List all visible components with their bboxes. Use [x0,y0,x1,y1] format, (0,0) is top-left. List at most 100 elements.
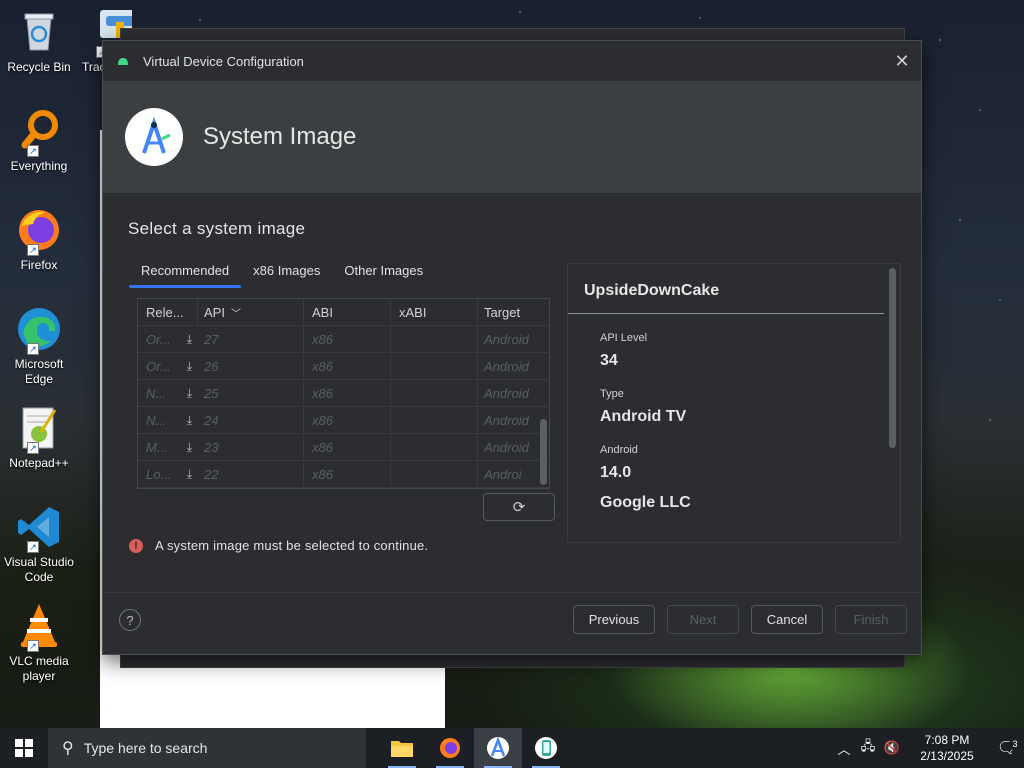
download-icon[interactable]: ⤓ [187,440,192,455]
details-type: Type Android TV [600,388,687,425]
table-row[interactable]: M... ⤓ 23 x86 Android [138,434,549,461]
help-button[interactable]: ? [119,609,141,631]
chevron-down-icon: ﹀ [230,308,241,320]
taskbar-search[interactable]: ⚲ Type here to search [48,728,366,768]
refresh-button[interactable]: ⟳ [483,493,555,521]
download-icon[interactable]: ⤓ [187,359,192,374]
error-icon: ! [129,538,143,553]
desktop-icon-label: Firefox [20,258,58,272]
shortcut-arrow-icon: ↗ [27,145,39,157]
notification-center-button[interactable]: 🗨 3 [990,738,1024,758]
column-api[interactable]: API ﹀ [198,299,304,325]
desktop-icon-label: Recycle Bin [7,60,71,74]
refresh-icon: ⟳ [512,499,526,516]
desktop-icon-label: Microsoft Edge [14,357,64,386]
desktop-icon-notepadpp[interactable]: ↗ Notepad++ [2,404,76,471]
taskbar-emulator[interactable] [522,728,570,768]
finish-button[interactable]: Finish [835,605,907,634]
shortcut-arrow-icon: ↗ [27,244,39,256]
volume-muted-icon[interactable]: 🔇 [880,740,904,756]
android-studio-logo [125,108,183,166]
firefox-icon: ↗ [15,206,63,256]
desktop-icon-vlc[interactable]: ↗ VLC media player [2,602,76,684]
header-title: System Image [203,123,357,150]
desktop-icon-firefox[interactable]: ↗ Firefox [2,206,76,273]
tab-bar: Recommended x86 Images Other Images [129,253,435,288]
previous-button[interactable]: Previous [573,605,655,634]
close-icon[interactable]: ✕ [887,46,917,76]
notification-count: 3 [1009,738,1021,750]
system-tray: ︿ 🖧 🔇 7:08 PM 2/13/2025 🗨 3 [832,728,1024,768]
shortcut-arrow-icon: ↗ [27,343,39,355]
table-scrollbar[interactable] [540,419,547,485]
column-abi[interactable]: ABI [304,299,391,325]
table-header: Rele... API ﹀ ABI xABI Target [138,299,549,326]
download-icon[interactable]: ⤓ [187,332,192,347]
folder-icon [391,741,413,757]
desktop-icon-recycle-bin[interactable]: Recycle Bin [2,8,76,75]
table-row[interactable]: Or... ⤓ 27 x86 Android [138,326,549,353]
taskbar-file-explorer[interactable] [378,728,426,768]
vlc-icon: ↗ [15,602,63,652]
dialog-header: System Image [103,81,921,193]
download-icon[interactable]: ⤓ [187,413,192,428]
android-icon [118,58,128,65]
clock-date: 2/13/2025 [920,749,974,763]
virtual-device-configuration-dialog: Virtual Device Configuration ✕ System Im… [102,40,922,655]
shortcut-arrow-icon: ↗ [27,442,39,454]
chevron-up-icon[interactable]: ︿ [832,739,856,758]
system-image-table: Rele... API ﹀ ABI xABI Target Or... ⤓ 27 x… [137,298,550,489]
download-icon[interactable]: ⤓ [187,467,192,482]
desktop-icon-label: Everything [10,159,68,173]
start-button[interactable] [0,728,48,768]
table-row[interactable]: N... ⤓ 25 x86 Android [138,380,549,407]
desktop-icon-label: VLC media player [9,654,69,683]
system-image-details-panel: UpsideDownCake API Level 34 Type Android… [567,263,901,543]
search-placeholder: Type here to search [83,740,208,756]
desktop-icon-label: Visual Studio Code [4,555,74,584]
details-vendor: Google LLC [600,494,691,511]
dialog-title: Virtual Device Configuration [143,53,304,69]
download-icon[interactable]: ⤓ [187,386,192,401]
column-xabi[interactable]: xABI [391,299,478,325]
network-icon[interactable]: 🖧 [856,737,880,759]
clock[interactable]: 7:08 PM 2/13/2025 [912,732,982,764]
notepadpp-icon: ↗ [15,404,63,454]
desktop-icon-edge[interactable]: ↗ Microsoft Edge [2,305,76,387]
tab-other-images[interactable]: Other Images [332,253,435,288]
shortcut-arrow-icon: ↗ [27,541,39,553]
tab-x86-images[interactable]: x86 Images [241,253,332,288]
details-scrollbar[interactable] [889,268,896,448]
table-row[interactable]: Or... ⤓ 26 x86 Android [138,353,549,380]
taskbar: ⚲ Type here to search ︿ 🖧 🔇 7:08 PM 2/13… [0,728,1024,768]
table-row[interactable]: N... ⤓ 24 x86 Android [138,407,549,434]
firefox-icon [440,738,460,758]
desktop-icon-vscode[interactable]: ↗ Visual Studio Code [2,503,76,585]
search-icon: ⚲ [62,740,74,757]
android-studio-icon [487,736,509,759]
dialog-footer: ? Previous Next Cancel Finish [103,592,921,654]
recycle-bin-icon [15,8,63,56]
dialog-titlebar: Virtual Device Configuration ✕ [103,41,921,81]
error-message: A system image must be selected to conti… [155,538,429,553]
details-api-level: API Level 34 [600,332,648,369]
details-android-version: Android 14.0 Google LLC [568,444,900,512]
dialog-content: Select a system image Recommended x86 Im… [103,193,921,605]
next-button[interactable]: Next [667,605,739,634]
table-row[interactable]: Lo... ⤓ 22 x86 Androi [138,461,549,488]
emulator-icon [535,737,557,759]
validation-error: ! A system image must be selected to con… [129,538,428,553]
edge-icon: ↗ [15,305,63,355]
column-target[interactable]: Target [478,299,549,325]
column-release[interactable]: Rele... [138,299,198,325]
desktop-icon-everything[interactable]: ↗ Everything [2,107,76,174]
vscode-icon: ↗ [15,503,63,553]
desktop-icon-label: Notepad++ [9,456,69,470]
taskbar-android-studio[interactable] [474,728,522,768]
taskbar-firefox[interactable] [426,728,474,768]
details-title: UpsideDownCake [568,264,884,314]
cancel-button[interactable]: Cancel [751,605,823,634]
magnifier-icon: ↗ [15,107,63,157]
tab-recommended[interactable]: Recommended [129,253,242,288]
section-title: Select a system image [128,219,306,238]
